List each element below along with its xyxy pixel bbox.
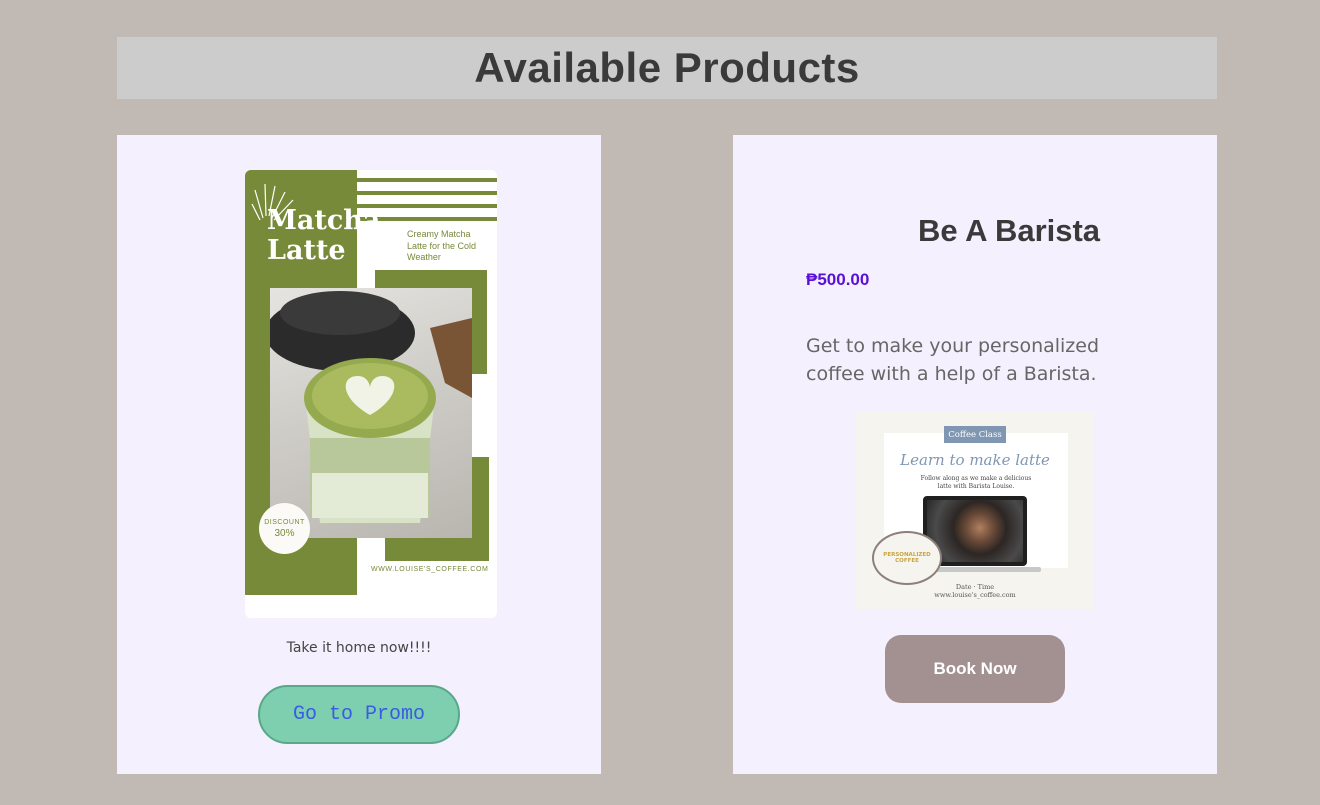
poster-stripe bbox=[357, 178, 497, 182]
page-title: Available Products bbox=[474, 44, 860, 91]
product-description: Get to make your personalized coffee wit… bbox=[806, 335, 1100, 385]
poster-tagline: Creamy Matcha Latte for the Cold Weather bbox=[407, 229, 477, 262]
personalized-sticker: PERSONALIZED COFFEE bbox=[872, 531, 942, 585]
promo-card: Matcha Latte Creamy Matcha Latte for the… bbox=[117, 135, 601, 774]
poster-website: WWW.LOUISE'S_COFFEE.COM bbox=[371, 566, 489, 573]
go-to-promo-button[interactable]: Go to Promo bbox=[258, 685, 460, 744]
coffee-class-image: Coffee Class Learn to make latte Follow … bbox=[856, 411, 1094, 609]
book-now-button[interactable]: Book Now bbox=[885, 635, 1065, 703]
barista-card: Be A Barista ₱500.00 Get to make your pe… bbox=[733, 135, 1217, 774]
poster-stripe bbox=[357, 191, 497, 195]
image-headline: Learn to make latte bbox=[900, 451, 1050, 469]
promo-caption: Take it home now!!!! bbox=[286, 640, 432, 656]
page-header: Available Products bbox=[117, 37, 1217, 99]
product-price: ₱500.00 bbox=[806, 270, 870, 289]
matcha-latte-poster: Matcha Latte Creamy Matcha Latte for the… bbox=[245, 170, 497, 618]
discount-badge: DISCOUNT 30% bbox=[259, 503, 310, 554]
matcha-latte-photo bbox=[270, 288, 472, 538]
image-subtext: Follow along as we make a delicious latt… bbox=[920, 475, 1032, 490]
coffee-class-badge: Coffee Class bbox=[944, 426, 1006, 443]
poster-title: Matcha Latte bbox=[267, 205, 381, 266]
product-title: Be A Barista bbox=[918, 213, 1101, 248]
image-footer: Date · Time www.louise's_coffee.com bbox=[934, 583, 1016, 599]
